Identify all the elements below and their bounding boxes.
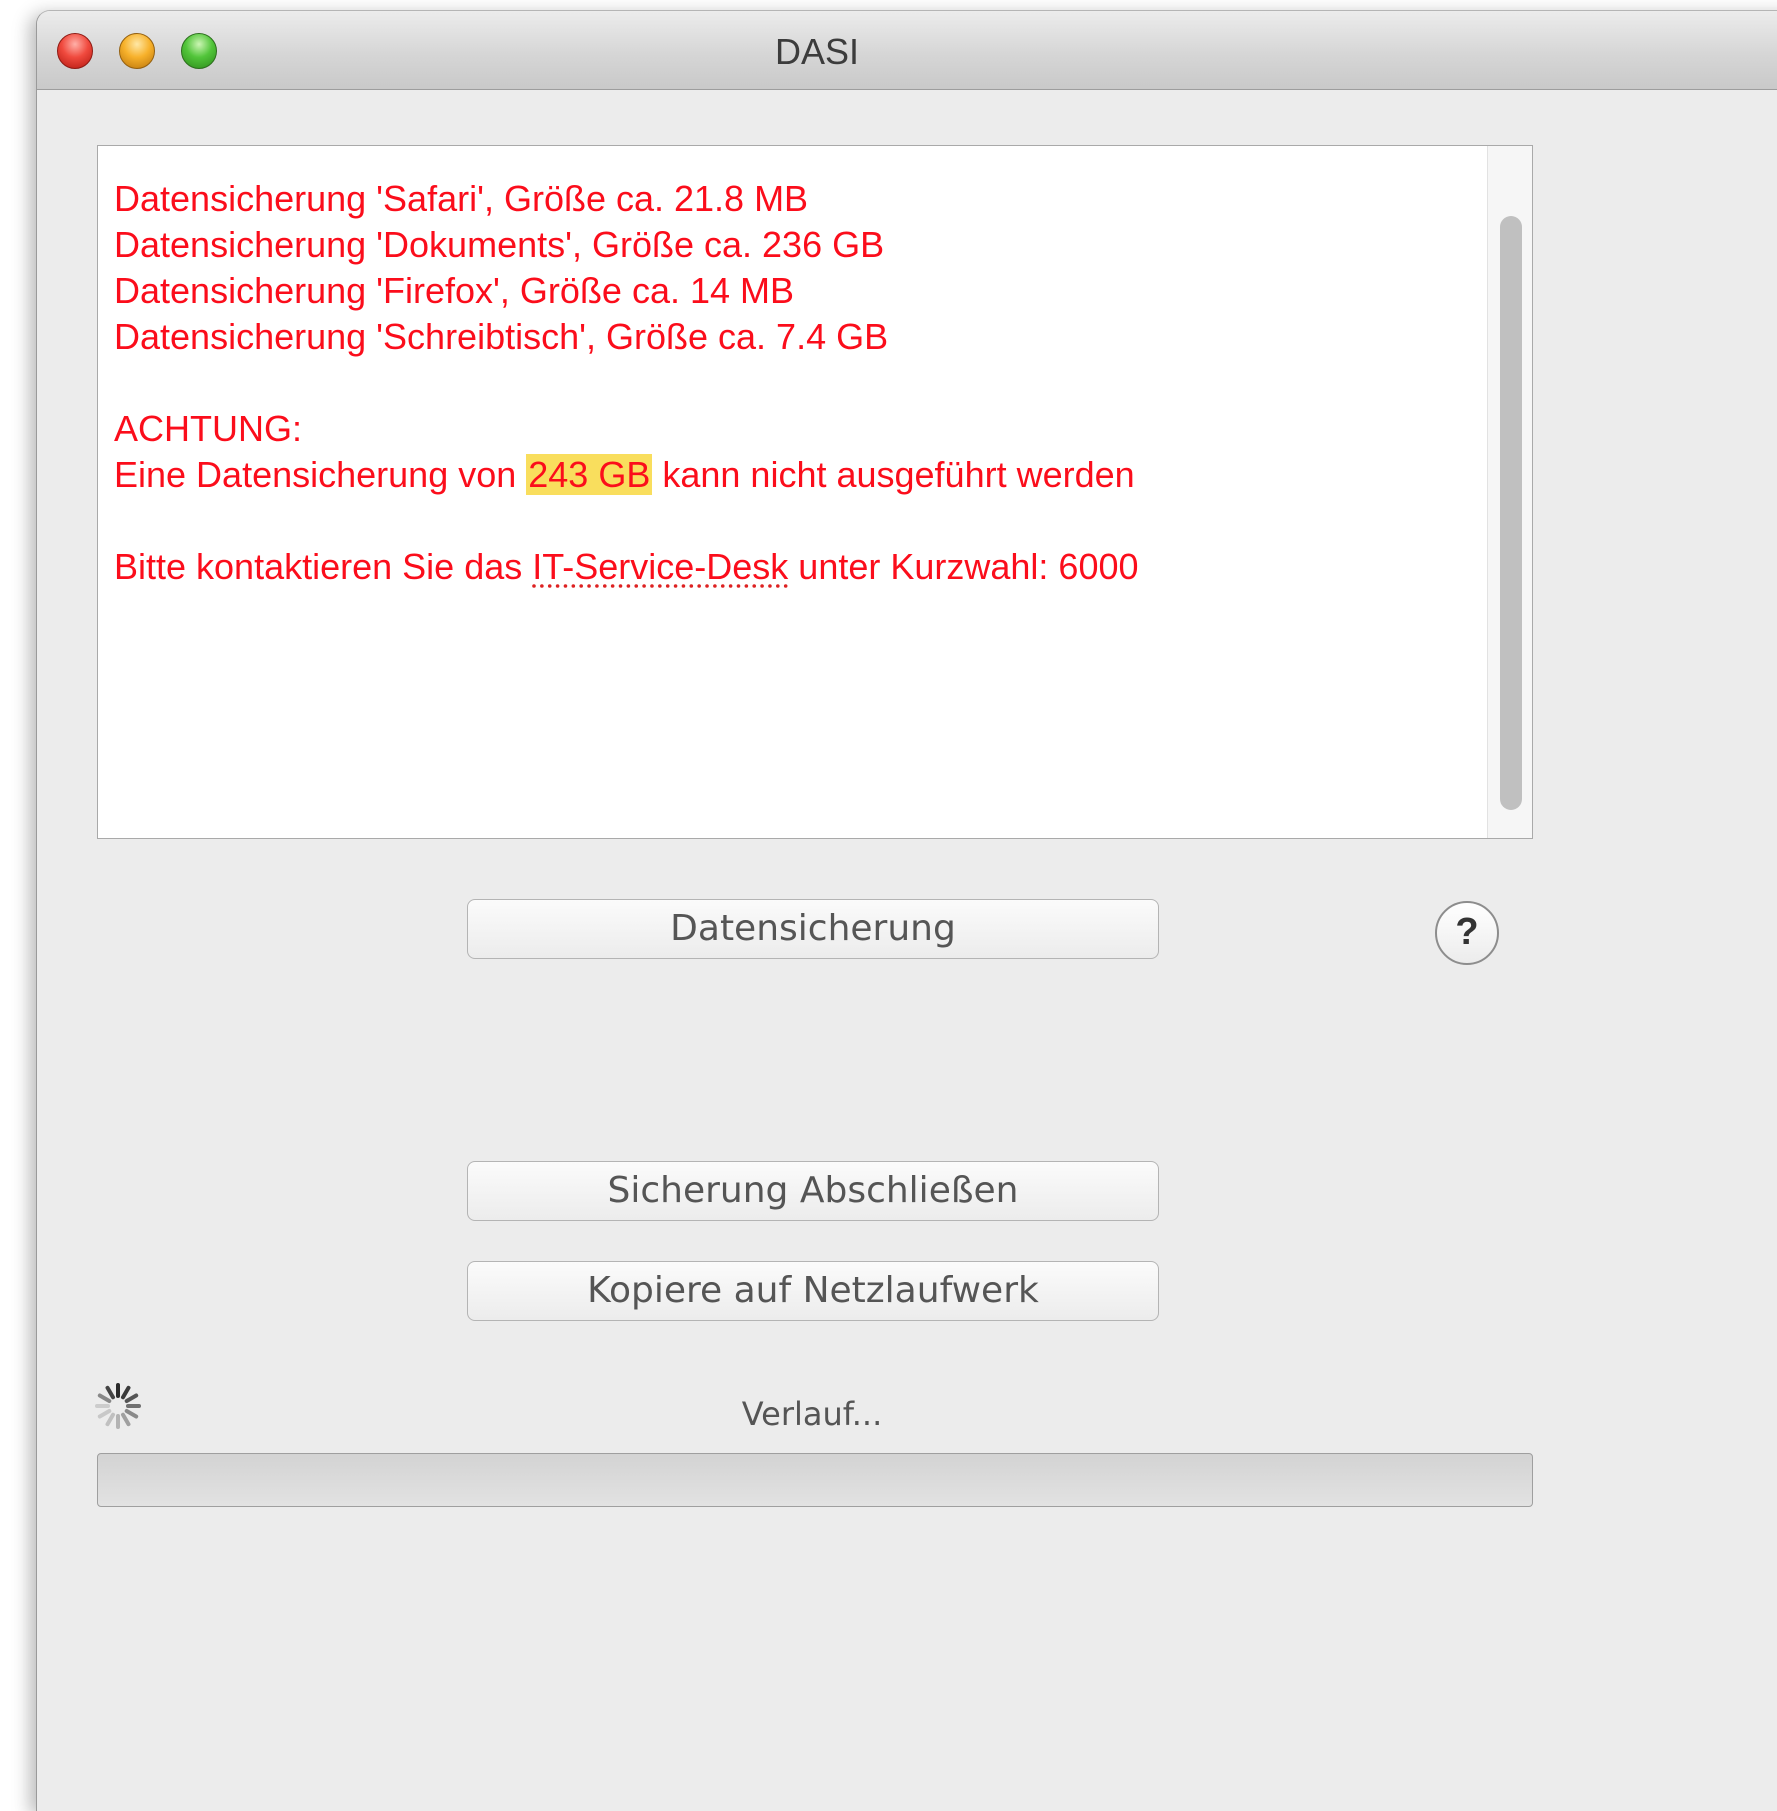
minimize-window-button[interactable] bbox=[119, 33, 155, 69]
contact-prefix: Bitte kontaktieren Sie das bbox=[114, 546, 533, 587]
progress-status-label: Verlauf... bbox=[741, 1395, 883, 1433]
warning-heading: ACHTUNG: bbox=[114, 408, 302, 449]
backup-line-dokuments: Datensicherung 'Dokuments', Größe ca. 23… bbox=[114, 224, 885, 265]
log-scrollbar-thumb[interactable] bbox=[1500, 216, 1522, 810]
title-bar: DASI bbox=[37, 11, 1777, 90]
backup-line-firefox: Datensicherung 'Firefox', Größe ca. 14 M… bbox=[114, 270, 795, 311]
finish-backup-button[interactable]: Sicherung Abschließen bbox=[467, 1161, 1159, 1221]
backup-line-schreibtisch: Datensicherung 'Schreibtisch', Größe ca.… bbox=[114, 316, 889, 357]
warning-prefix: Eine Datensicherung von bbox=[114, 454, 527, 495]
app-window: DASI Datensicherung 'Safari', Größe ca. … bbox=[36, 10, 1777, 1811]
backup-line-safari: Datensicherung 'Safari', Größe ca. 21.8 … bbox=[114, 178, 809, 219]
close-window-button[interactable] bbox=[57, 33, 93, 69]
it-service-desk-text: IT-Service-Desk bbox=[532, 546, 789, 587]
contact-suffix: unter Kurzwahl: 6000 bbox=[788, 546, 1139, 587]
datensicherung-button[interactable]: Datensicherung bbox=[467, 899, 1159, 959]
window-title: DASI bbox=[774, 31, 860, 72]
activity-spinner-icon bbox=[95, 1383, 141, 1429]
warning-suffix: kann nicht ausgeführt werden bbox=[652, 454, 1135, 495]
warning-size-highlight: 243 GB bbox=[526, 454, 653, 495]
contact-message: Bitte kontaktieren Sie das IT-Service-De… bbox=[114, 544, 1472, 590]
zoom-window-button[interactable] bbox=[181, 33, 217, 69]
log-scrollbar[interactable] bbox=[1487, 146, 1532, 838]
warning-message: Eine Datensicherung von 243 GB kann nich… bbox=[114, 452, 1472, 498]
backup-log-content: Datensicherung 'Safari', Größe ca. 21.8 … bbox=[114, 176, 1472, 590]
backup-log-textarea[interactable]: Datensicherung 'Safari', Größe ca. 21.8 … bbox=[97, 145, 1533, 839]
help-icon[interactable]: ? bbox=[1435, 901, 1499, 965]
copy-to-network-drive-button[interactable]: Kopiere auf Netzlaufwerk bbox=[467, 1261, 1159, 1321]
progress-bar bbox=[97, 1453, 1533, 1507]
